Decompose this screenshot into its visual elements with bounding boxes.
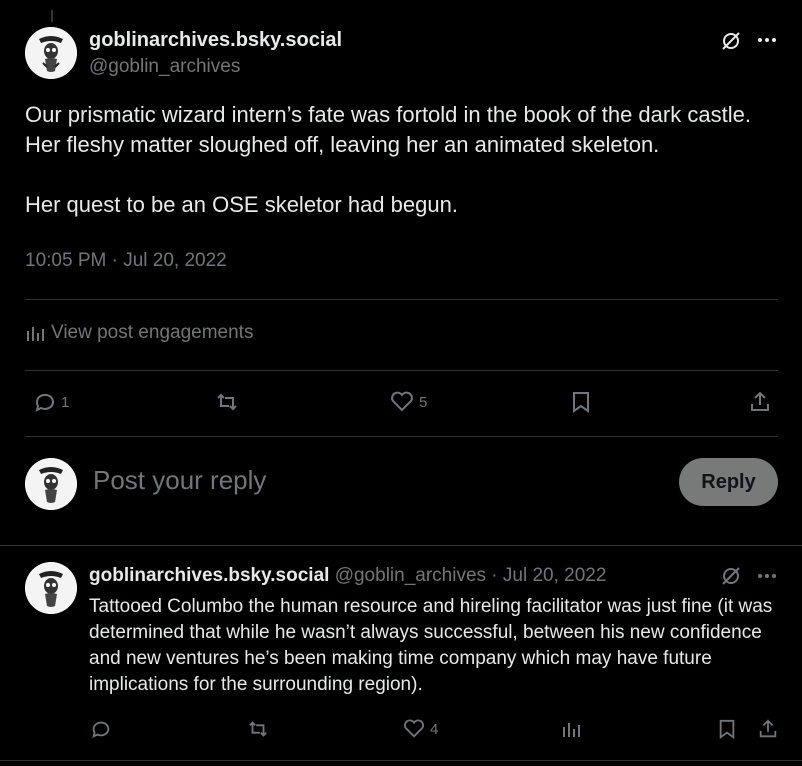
- reply-count: 1: [61, 393, 70, 411]
- reply-display-name[interactable]: goblinarchives.bsky.social: [89, 565, 329, 586]
- crossed-circle-icon[interactable]: [718, 28, 744, 54]
- like-count: 5: [419, 393, 428, 411]
- share-button[interactable]: [748, 390, 772, 414]
- divider: [25, 436, 778, 437]
- more-icon[interactable]: [754, 566, 780, 586]
- reply-like-action[interactable]: 4: [402, 718, 438, 740]
- view-engagements-link[interactable]: View post engagements: [25, 322, 253, 344]
- bookmark-icon: [573, 392, 589, 413]
- reply-repost-button[interactable]: [246, 718, 270, 740]
- reply-handle-date[interactable]: @goblin_archives · Jul 20, 2022: [335, 565, 607, 586]
- reply-share-button[interactable]: [757, 718, 779, 740]
- reply-avatar[interactable]: [25, 562, 77, 614]
- reply-input[interactable]: [91, 464, 655, 497]
- divider: [25, 370, 778, 371]
- divider: [25, 299, 778, 300]
- comment-icon: [92, 721, 110, 739]
- reply-text: Tattooed Columbo the human resource and …: [89, 596, 773, 695]
- reply-action[interactable]: 1: [33, 390, 69, 414]
- timestamp[interactable]: 10:05 PM · Jul 20, 2022: [25, 250, 227, 272]
- avatar[interactable]: [25, 27, 77, 79]
- like-action[interactable]: 5: [389, 390, 427, 414]
- bookmark-button[interactable]: [570, 390, 592, 414]
- more-icon[interactable]: [754, 30, 780, 50]
- comment-icon: [35, 393, 54, 412]
- reply-analytics-button[interactable]: [561, 718, 581, 740]
- repost-icon: [217, 393, 237, 411]
- engagements-label: View post engagements: [51, 322, 254, 343]
- crossed-circle-icon[interactable]: [718, 563, 744, 589]
- reply-like-count: 4: [430, 720, 439, 738]
- composer-avatar: [25, 458, 77, 510]
- heart-icon: [391, 391, 413, 412]
- repost-button[interactable]: [214, 390, 240, 414]
- bookmark-icon: [719, 719, 735, 739]
- handle[interactable]: @goblin_archives: [89, 56, 240, 78]
- reply-bookmark-button[interactable]: [717, 718, 737, 740]
- heart-icon: [404, 719, 424, 738]
- bar-chart-icon: [27, 327, 44, 341]
- repost-icon: [249, 721, 267, 737]
- bottom-divider: [0, 760, 802, 761]
- reply-comment-button[interactable]: [90, 718, 112, 740]
- share-icon: [751, 391, 769, 411]
- display-name[interactable]: goblinarchives.bsky.social: [89, 29, 342, 52]
- section-divider: [0, 545, 802, 546]
- reply-header: goblinarchives.bsky.social @goblin_archi…: [89, 565, 606, 587]
- share-icon: [759, 719, 777, 738]
- bar-chart-icon: [563, 723, 580, 737]
- reply-button[interactable]: Reply: [679, 458, 778, 506]
- thread-line: [51, 10, 53, 22]
- post-text: Our prismatic wizard intern’s fate was f…: [25, 102, 751, 217]
